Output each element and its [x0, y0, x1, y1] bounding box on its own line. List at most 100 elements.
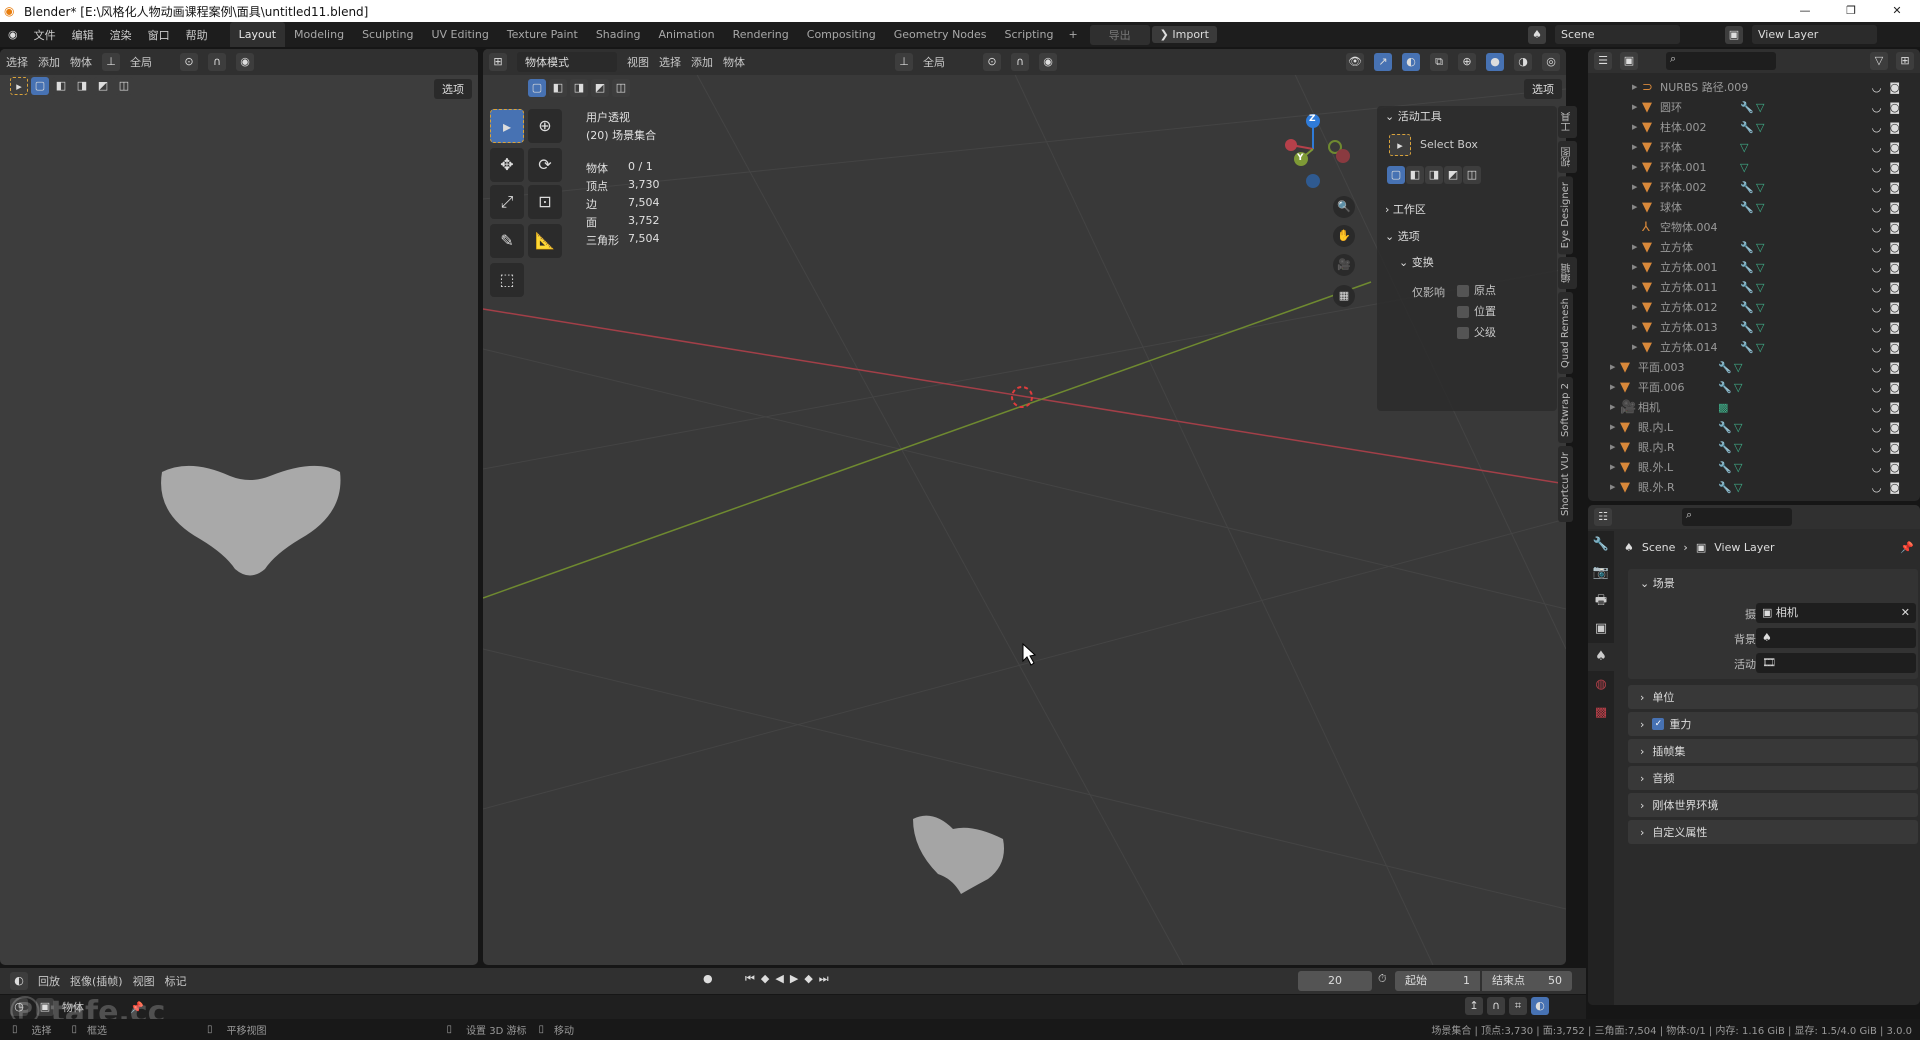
play-icon[interactable]: ▶ — [790, 972, 798, 986]
affect-parents-checkbox[interactable]: 父级 — [1457, 324, 1496, 340]
scene-selector[interactable]: Scene — [1555, 25, 1680, 44]
outliner-item[interactable]: ▶ ▼ 眼.内.L 🔧 ▽ ◡ ◙ — [1588, 417, 1908, 437]
expand-arrow-icon[interactable]: ▶ — [1610, 483, 1620, 491]
eye-icon[interactable]: ◡ — [1872, 301, 1882, 314]
blender-menu-icon[interactable]: ◉ — [0, 28, 26, 41]
mode-extend-icon[interactable]: ◧ — [549, 79, 567, 97]
render-camera-icon[interactable]: ◙ — [1889, 101, 1900, 114]
expand-arrow-icon[interactable]: ▶ — [1632, 163, 1642, 171]
property-section[interactable]: › 插帧集 — [1628, 739, 1918, 763]
expand-arrow-icon[interactable]: ▶ — [1632, 83, 1642, 91]
tool-mode-subtract-icon[interactable]: ◨ — [1425, 166, 1443, 184]
render-camera-icon[interactable]: ◙ — [1889, 181, 1900, 194]
select-mode-intersect-icon[interactable]: ◫ — [115, 77, 133, 95]
menu-add[interactable]: 添加 — [691, 54, 713, 70]
modifier-icon[interactable]: 🔧 — [1740, 281, 1756, 294]
mesh-data-icon[interactable]: ▽ — [1756, 101, 1772, 114]
workspace-tab[interactable]: Scripting — [996, 22, 1063, 47]
modifier-icon[interactable]: 🔧 — [1718, 421, 1734, 434]
eye-icon[interactable]: ◡ — [1872, 401, 1882, 414]
outliner-search-input[interactable]: ⌕ — [1666, 52, 1776, 70]
outliner-item[interactable]: ▶ ▼ 眼.外.R 🔧 ▽ ◡ ◙ — [1588, 477, 1908, 497]
modifier-icon[interactable]: 🔧 — [1740, 181, 1756, 194]
tool-mode-intersect-icon[interactable]: ◫ — [1463, 166, 1481, 184]
render-camera-icon[interactable]: ◙ — [1889, 241, 1900, 254]
render-camera-icon[interactable]: ◙ — [1889, 421, 1900, 434]
play-reverse-icon[interactable]: ◀ — [775, 972, 783, 986]
outliner-item[interactable]: ▶ ▼ 立方体.014 🔧 ▽ ◡ ◙ — [1588, 337, 1908, 357]
render-camera-icon[interactable]: ◙ — [1889, 81, 1900, 94]
expand-arrow-icon[interactable]: ▶ — [1632, 343, 1642, 351]
outliner-item[interactable]: ▶ ▼ 环体.002 🔧 ▽ ◡ ◙ — [1588, 177, 1908, 197]
eye-icon[interactable]: ◡ — [1872, 361, 1882, 374]
view-layer-tab-icon[interactable]: ▣ — [1588, 615, 1614, 643]
mesh-data-icon[interactable]: ▽ — [1756, 121, 1772, 134]
expand-arrow-icon[interactable]: ▶ — [1632, 323, 1642, 331]
expand-arrow-icon[interactable]: ▶ — [1632, 143, 1642, 151]
menu-item[interactable]: 文件 — [26, 29, 64, 42]
mode-intersect-icon[interactable]: ◫ — [612, 79, 630, 97]
ortho-grid-icon[interactable]: ▦ — [1333, 285, 1355, 307]
expand-arrow-icon[interactable]: ▶ — [1632, 263, 1642, 271]
menu-item[interactable]: 渲染 — [102, 29, 140, 42]
transform-tool[interactable]: ⊡ — [528, 185, 562, 219]
modifier-icon[interactable]: 🔧 — [1740, 101, 1756, 114]
camera-data-icon[interactable]: ▩ — [1718, 401, 1734, 414]
material-shading-icon[interactable]: ◑ — [1514, 53, 1532, 71]
options-header[interactable]: ⌄ 选项 — [1385, 228, 1420, 244]
workspace-tab[interactable]: Rendering — [724, 22, 798, 47]
expand-arrow-icon[interactable]: ▶ — [1610, 383, 1620, 391]
sidebar-tab[interactable]: Eye Designer — [1558, 176, 1573, 255]
field-value[interactable]: 🎞 — [1756, 653, 1916, 673]
render-tab-icon[interactable]: 📷 — [1588, 559, 1614, 587]
render-camera-icon[interactable]: ◙ — [1889, 361, 1900, 374]
outliner-item[interactable]: ▶ ▼ 环体.001 ▽ ◡ ◙ — [1588, 157, 1908, 177]
modifier-icon[interactable]: 🔧 — [1740, 121, 1756, 134]
menu-object[interactable]: 物体 — [723, 54, 745, 70]
mode-subtract-icon[interactable]: ◨ — [570, 79, 588, 97]
outliner-item[interactable]: ▶ ▼ 眼.外.L 🔧 ▽ ◡ ◙ — [1588, 457, 1908, 477]
measure-tool[interactable]: 📐 — [528, 224, 562, 258]
workspace-tab[interactable]: Compositing — [798, 22, 885, 47]
render-camera-icon[interactable]: ◙ — [1889, 481, 1900, 494]
end-frame-field[interactable]: 结束点 50 — [1482, 971, 1572, 991]
current-frame-field[interactable]: 20 — [1298, 971, 1372, 991]
mesh-data-icon[interactable]: ▽ — [1734, 381, 1750, 394]
field-value[interactable]: ♠ — [1756, 628, 1916, 648]
overlay-toggle-icon[interactable]: ◐ — [1402, 53, 1420, 71]
select-mode-invert-icon[interactable]: ◩ — [94, 77, 112, 95]
sidebar-tab[interactable]: Softwrap 2 — [1558, 377, 1573, 444]
sidebar-tab[interactable]: Quad Remesh — [1558, 292, 1573, 375]
workspace-tab[interactable]: Texture Paint — [498, 22, 587, 47]
pivot-icon[interactable]: ⊙ — [180, 53, 198, 71]
eye-icon[interactable]: ◡ — [1872, 421, 1882, 434]
orientation-icon[interactable]: ⊥ — [895, 53, 913, 71]
eye-icon[interactable]: ◡ — [1872, 261, 1882, 274]
expand-arrow-icon[interactable]: ▶ — [1610, 463, 1620, 471]
camera-view-icon[interactable]: 🎥 — [1333, 254, 1355, 276]
expand-arrow-icon[interactable]: ▶ — [1632, 303, 1642, 311]
proportional-edit-icon[interactable]: ◉ — [1039, 53, 1057, 71]
clear-icon[interactable]: ✕ — [1901, 603, 1910, 623]
prev-key-icon[interactable]: ◆ — [761, 972, 769, 986]
mesh-data-icon[interactable]: ▽ — [1734, 481, 1750, 494]
snap-icon[interactable]: ∩ — [1487, 997, 1505, 1015]
mesh-data-icon[interactable]: ▽ — [1734, 421, 1750, 434]
stopwatch-icon[interactable]: ⏱ — [1378, 972, 1387, 986]
render-camera-icon[interactable]: ◙ — [1889, 121, 1900, 134]
workspace-tab[interactable]: UV Editing — [422, 22, 497, 47]
menu-select[interactable]: 选择 — [659, 54, 681, 70]
expand-arrow-icon[interactable]: ▶ — [1632, 243, 1642, 251]
expand-arrow-icon[interactable]: ▶ — [1632, 183, 1642, 191]
expand-arrow-icon[interactable]: ▶ — [1632, 103, 1642, 111]
modifier-icon[interactable]: 🔧 — [1740, 241, 1756, 254]
outliner-item[interactable]: ▶ ▼ 球体 🔧 ▽ ◡ ◙ — [1588, 197, 1908, 217]
mode-invert-icon[interactable]: ◩ — [591, 79, 609, 97]
eye-icon[interactable]: ◡ — [1872, 281, 1882, 294]
outliner-item[interactable]: ▶ ▼ 立方体.012 🔧 ▽ ◡ ◙ — [1588, 297, 1908, 317]
workspace-tab[interactable]: Modeling — [285, 22, 353, 47]
outliner-item[interactable]: ▶ ⊃ NURBS 路径.009 ◡ ◙ — [1588, 77, 1908, 97]
tool-mode-new-icon[interactable]: ▢ — [1387, 166, 1405, 184]
pin-icon[interactable]: 📌 — [1900, 541, 1914, 554]
import-button[interactable]: ❯ Import — [1151, 26, 1217, 43]
